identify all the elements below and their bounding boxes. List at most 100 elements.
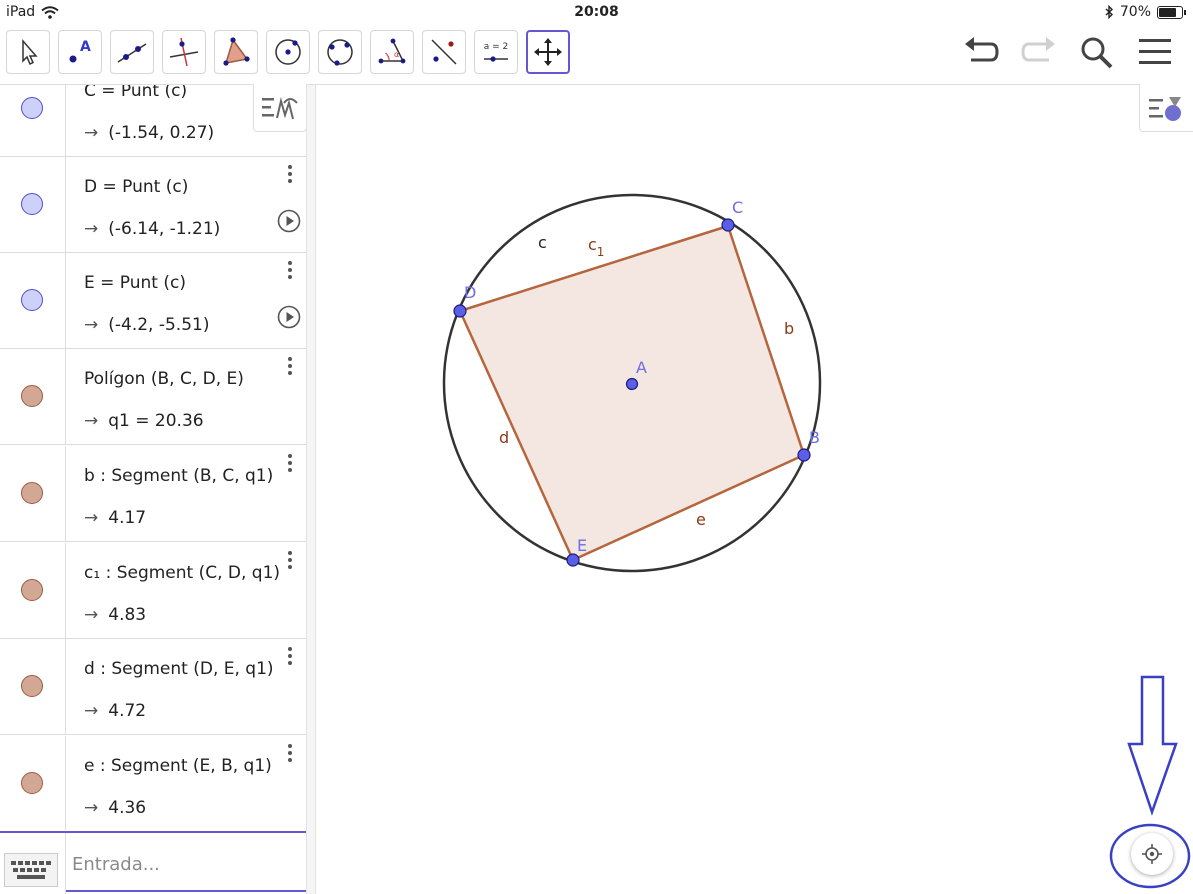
clock: 20:08 xyxy=(574,4,619,20)
reflect-tool-icon xyxy=(431,39,457,65)
undo-icon[interactable] xyxy=(961,34,1001,70)
algebra-row-e[interactable]: e : Segment (E, B, q1) → 4.36 xyxy=(0,736,306,830)
line-tool-icon xyxy=(117,43,147,63)
algebra-input[interactable] xyxy=(70,845,300,883)
algebra-row-b[interactable]: b : Segment (B, C, q1) → 4.17 xyxy=(0,446,306,542)
move-tool-icon xyxy=(22,38,38,66)
slider-tool-label: a = 2 xyxy=(484,42,509,52)
graphics-style-icon xyxy=(1148,96,1181,121)
slider-tool-button[interactable]: a = 2 xyxy=(474,30,518,74)
algebra-row-D[interactable]: D = Punt (c) → (-6.14, -1.21) xyxy=(0,157,306,253)
visibility-toggle-b[interactable] xyxy=(21,482,43,504)
graphics-style-toggle-button[interactable] xyxy=(1139,84,1193,132)
algebra-value: → (-1.54, 0.27) xyxy=(84,123,215,143)
angle-tool-icon: α xyxy=(378,38,406,64)
graphics-view[interactable]: A B C D E c b c1 d e xyxy=(316,85,1193,894)
label-segment-c1: c1 xyxy=(588,235,604,259)
point-A[interactable] xyxy=(625,377,639,391)
play-animation-icon[interactable] xyxy=(277,305,301,329)
algebra-value: → 4.36 xyxy=(84,798,147,818)
point-B[interactable] xyxy=(797,448,811,462)
algebra-row-E[interactable]: E = Punt (c) → (-4.2, -5.51) xyxy=(0,253,306,349)
label-D: D xyxy=(464,283,476,302)
label-E: E xyxy=(577,536,587,555)
more-options-icon[interactable] xyxy=(280,357,300,381)
label-B: B xyxy=(809,428,820,447)
point-tool-button[interactable]: A xyxy=(58,30,102,74)
more-options-icon[interactable] xyxy=(280,744,300,768)
input-bar xyxy=(0,831,306,894)
algebra-definition: C = Punt (c) xyxy=(84,85,188,101)
algebra-value: → 4.17 xyxy=(84,508,147,528)
more-options-icon[interactable] xyxy=(280,165,300,189)
more-options-icon[interactable] xyxy=(280,454,300,478)
keyboard-icon[interactable] xyxy=(4,853,58,887)
perpendicular-line-tool-button[interactable] xyxy=(162,30,206,74)
point-tool-icon: A xyxy=(69,39,91,63)
label-segment-b: b xyxy=(784,319,794,338)
menu-icon[interactable] xyxy=(1135,34,1175,70)
panel-divider[interactable] xyxy=(306,85,316,894)
more-options-icon[interactable] xyxy=(280,647,300,671)
visibility-toggle-E[interactable] xyxy=(21,289,43,311)
arrow-icon: → xyxy=(84,508,99,528)
arrow-icon: → xyxy=(84,315,99,335)
circle-three-points-tool-icon xyxy=(327,39,353,66)
arrow-icon: → xyxy=(84,605,99,625)
algebra-definition: b : Segment (B, C, q1) xyxy=(84,466,274,486)
circle-center-point-tool-button[interactable] xyxy=(266,30,310,74)
visibility-toggle-d[interactable] xyxy=(21,675,43,697)
visibility-toggle-e[interactable] xyxy=(21,772,43,794)
algebra-definition: c₁ : Segment (C, D, q1) xyxy=(84,563,281,583)
arrow-icon: → xyxy=(84,411,99,431)
standard-view-button[interactable] xyxy=(1131,833,1173,875)
graphics-canvas[interactable]: A B C D E c b c1 d e xyxy=(316,85,1193,894)
label-A: A xyxy=(636,358,647,377)
tool-palette: A α a = 2 xyxy=(6,30,570,74)
algebra-definition: E = Punt (c) xyxy=(84,273,186,293)
algebra-definition: d : Segment (D, E, q1) xyxy=(84,659,274,679)
svg-text:α: α xyxy=(394,50,399,59)
algebra-row-polygon[interactable]: Polígon (B, C, D, E) → q1 = 20.36 xyxy=(0,349,306,445)
play-animation-icon[interactable] xyxy=(277,209,301,233)
visibility-toggle-C[interactable] xyxy=(21,97,43,119)
circle-three-points-tool-button[interactable] xyxy=(318,30,362,74)
line-tool-button[interactable] xyxy=(110,30,154,74)
slider-tool-icon: a = 2 xyxy=(484,42,509,62)
label-C: C xyxy=(732,198,743,217)
point-E[interactable] xyxy=(566,553,580,567)
reflect-tool-button[interactable] xyxy=(422,30,466,74)
more-options-icon[interactable] xyxy=(280,551,300,575)
point-C[interactable] xyxy=(721,218,735,232)
polygon-q1[interactable] xyxy=(460,226,804,560)
algebra-style-toggle-button[interactable] xyxy=(253,84,307,132)
algebra-value: → 4.83 xyxy=(84,605,147,625)
label-segment-d: d xyxy=(499,428,509,447)
point-D[interactable] xyxy=(453,304,467,318)
algebra-value: → q1 = 20.36 xyxy=(84,411,204,431)
search-icon[interactable] xyxy=(1077,34,1117,70)
visibility-toggle-c1[interactable] xyxy=(21,579,43,601)
redo-icon[interactable] xyxy=(1019,34,1059,70)
visibility-toggle-D[interactable] xyxy=(21,193,43,215)
battery-percent: 70% xyxy=(1119,4,1151,20)
polygon-tool-icon xyxy=(223,37,250,66)
polygon-tool-button[interactable] xyxy=(214,30,258,74)
more-options-icon[interactable] xyxy=(280,261,300,285)
crosshair-icon xyxy=(1142,844,1162,864)
move-graphics-view-tool-icon xyxy=(534,38,562,66)
algebra-row-d[interactable]: d : Segment (D, E, q1) → 4.72 xyxy=(0,639,306,735)
algebra-definition: Polígon (B, C, D, E) xyxy=(84,369,244,389)
algebra-definition: e : Segment (E, B, q1) xyxy=(84,756,272,776)
move-tool-button[interactable] xyxy=(6,30,50,74)
visibility-toggle-q1[interactable] xyxy=(21,385,43,407)
algebra-value: → 4.72 xyxy=(84,701,147,721)
arrow-icon: → xyxy=(84,219,99,239)
algebra-row-c1[interactable]: c₁ : Segment (C, D, q1) → 4.83 xyxy=(0,543,306,639)
toolbar: A α a = 2 xyxy=(0,24,1193,85)
circle-center-point-tool-icon xyxy=(275,39,301,65)
move-graphics-view-tool-button[interactable] xyxy=(526,30,570,74)
arrow-icon: → xyxy=(84,798,99,818)
angle-tool-button[interactable]: α xyxy=(370,30,414,74)
algebra-value: → (-6.14, -1.21) xyxy=(84,219,221,239)
